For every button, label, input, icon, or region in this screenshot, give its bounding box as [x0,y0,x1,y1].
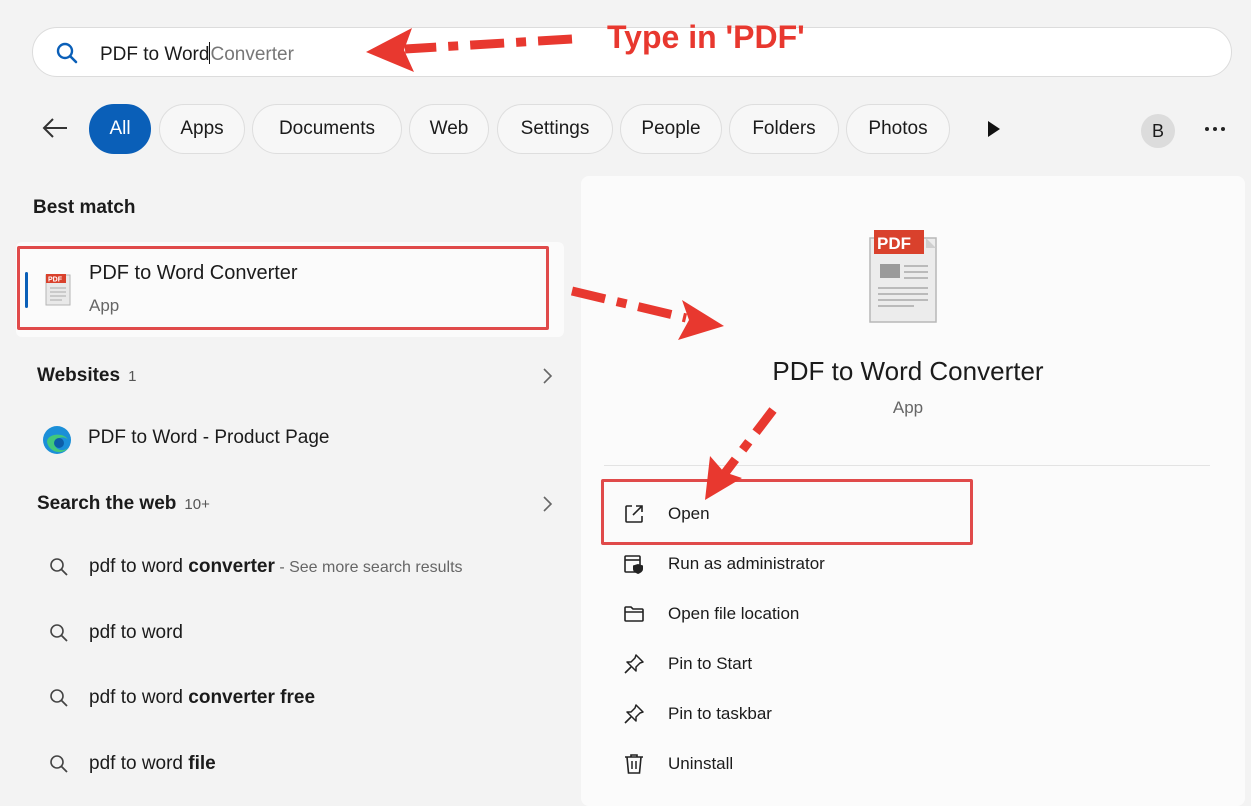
pin-icon [624,704,644,724]
action-open-file-location[interactable]: Open file location [668,604,799,624]
search-input[interactable]: PDF to WordConverter [100,42,294,66]
action-run-as-admin[interactable]: Run as administrator [668,554,825,574]
filter-chip-web[interactable]: Web [409,104,489,154]
annotation-type-hint: Type in 'PDF' [607,19,805,55]
chevron-right-icon[interactable] [540,495,554,513]
websites-heading[interactable]: Websites 1 [37,365,136,387]
search-typed-text: PDF to Word [100,44,210,65]
suggestion-prefix: pdf to word [89,753,189,774]
trash-icon [625,754,643,774]
divider [604,465,1210,466]
filter-chip-photos[interactable]: Photos [846,104,950,154]
search-web-count: 10+ [184,496,210,513]
website-result-product-page[interactable]: PDF to Word - Product Page [88,427,329,449]
web-suggestion-3[interactable]: pdf to word converter free [89,687,315,709]
filter-chip-apps[interactable]: Apps [159,104,245,154]
edge-browser-icon [43,426,71,454]
pdf-icon-label: PDF [877,234,911,253]
chevron-right-icon[interactable] [540,367,554,385]
filter-chip-folders[interactable]: Folders [729,104,839,154]
suggestion-bold: converter [188,556,275,577]
folder-icon [624,606,644,622]
suggestion-bold: converter free [188,687,316,708]
search-icon [56,42,78,64]
user-avatar[interactable]: B [1141,114,1175,148]
back-arrow-icon[interactable] [40,113,70,143]
web-suggestion-2[interactable]: pdf to word [89,622,183,644]
web-suggestion-1[interactable]: pdf to word converter - See more search … [89,556,463,578]
filter-chip-all[interactable]: All [89,104,151,154]
search-icon [50,755,68,773]
search-icon [50,624,68,642]
filter-chip-settings[interactable]: Settings [497,104,613,154]
preview-subtitle: App [892,398,924,417]
search-web-heading-label: Search the web [37,493,177,514]
more-options-icon[interactable] [1203,121,1227,137]
suggestion-suffix: - See more search results [274,559,463,576]
best-match-heading: Best match [33,197,136,218]
action-pin-to-taskbar[interactable]: Pin to taskbar [668,704,772,724]
annotation-highlight-best-match [17,246,549,330]
websites-heading-label: Websites [37,365,121,386]
pdf-app-large-icon: PDF [869,230,937,323]
preview-title: PDF to Word Converter [772,356,1044,386]
search-suggestion-text: Converter [210,44,294,65]
search-icon [50,689,68,707]
action-uninstall[interactable]: Uninstall [668,754,733,774]
admin-shield-icon [624,555,643,574]
suggestion-prefix: pdf to word [89,687,189,708]
suggestion-prefix: pdf to word [89,556,189,577]
annotation-highlight-open [601,479,973,545]
pin-icon [624,654,644,674]
filter-chip-people[interactable]: People [620,104,722,154]
web-suggestion-4[interactable]: pdf to word file [89,753,216,775]
more-filters-arrow-icon[interactable] [987,120,1001,138]
filter-chip-documents[interactable]: Documents [252,104,402,154]
suggestion-prefix: pdf to word [89,622,183,643]
search-icon [50,558,68,576]
suggestion-bold: file [188,753,216,774]
action-pin-to-start[interactable]: Pin to Start [668,654,752,674]
search-web-heading[interactable]: Search the web 10+ [37,493,210,515]
websites-count: 1 [128,368,137,385]
